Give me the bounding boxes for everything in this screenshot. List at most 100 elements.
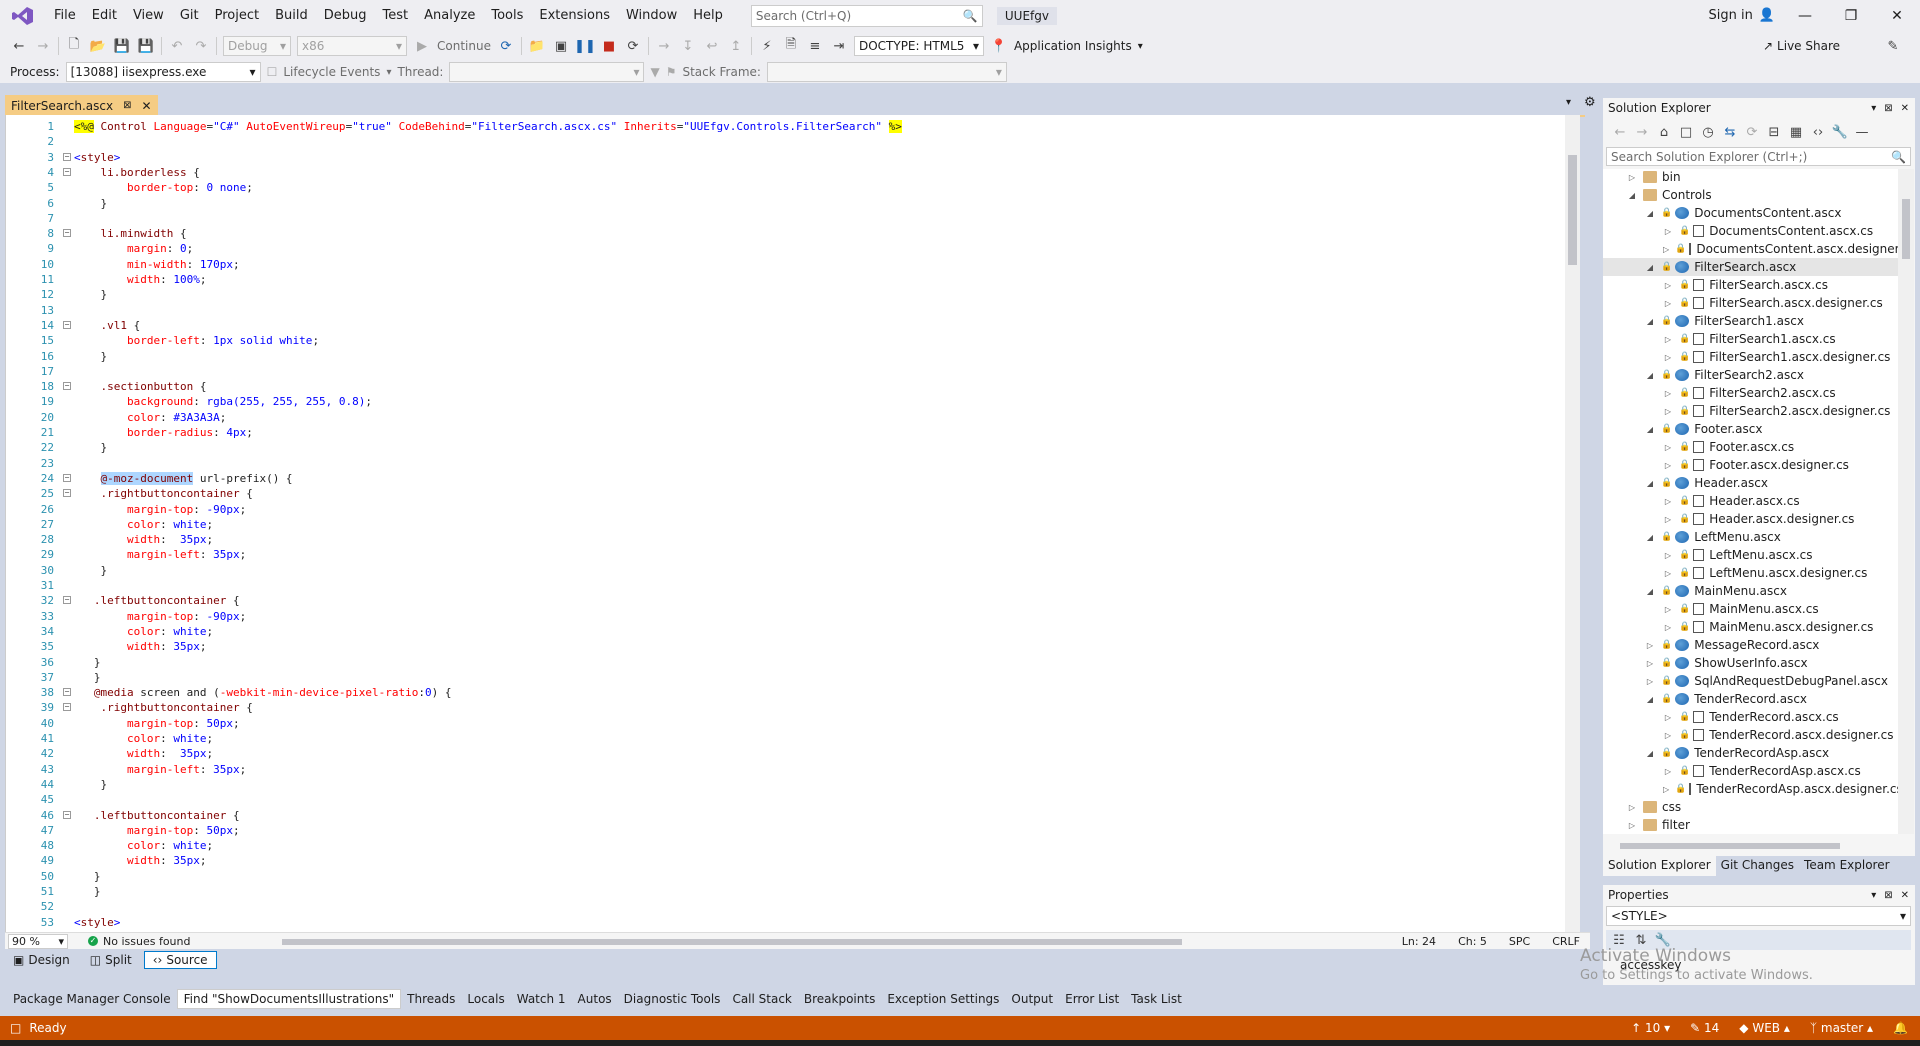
lifecycle-events-button[interactable]: Lifecycle Events — [283, 65, 380, 79]
code-line[interactable]: 24− @-moz-document url-prefix() { — [6, 471, 1566, 486]
expand-icon[interactable]: ▷ — [1663, 443, 1673, 452]
code-line[interactable]: 6 } — [6, 196, 1566, 211]
code-line[interactable]: 36 } — [6, 655, 1566, 670]
code-line[interactable]: 16 } — [6, 349, 1566, 364]
code-line[interactable]: 53 <style> — [6, 915, 1566, 930]
expand-icon[interactable]: ▷ — [1627, 821, 1637, 830]
menu-file[interactable]: File — [46, 0, 84, 31]
document-icon[interactable]: 🗎 — [782, 37, 800, 55]
expand-icon[interactable]: ▷ — [1627, 173, 1637, 182]
history-icon[interactable]: ◷ — [1699, 123, 1717, 141]
refresh-icon[interactable]: ⟳ — [497, 37, 515, 55]
expanded-icon[interactable]: ◢ — [1645, 263, 1655, 272]
collapse-icon[interactable]: − — [63, 703, 71, 712]
expanded-icon[interactable]: ◢ — [1645, 479, 1655, 488]
tree-item[interactable]: ▷ 🔒 FilterSearch.ascx.cs — [1603, 276, 1899, 294]
menu-edit[interactable]: Edit — [84, 0, 125, 31]
repo-indicator[interactable]: ◆ WEB ▴ — [1739, 1021, 1790, 1035]
stop-icon[interactable]: ■ — [600, 37, 618, 55]
menu-analyze[interactable]: Analyze — [416, 0, 483, 31]
scroll-thumb[interactable] — [282, 939, 1182, 945]
tool-tab[interactable]: Task List — [1125, 990, 1188, 1008]
code-line[interactable]: 14− .vl1 { — [6, 318, 1566, 333]
tab-split[interactable]: ◫ Split — [82, 952, 140, 968]
expand-icon[interactable]: ▷ — [1663, 497, 1673, 506]
expanded-icon[interactable]: ◢ — [1645, 749, 1655, 758]
tool-tab[interactable]: Call Stack — [726, 990, 797, 1008]
collapse-icon[interactable]: − — [63, 489, 71, 498]
expanded-icon[interactable]: ◢ — [1645, 209, 1655, 218]
tree-item[interactable]: ▷ 🔒 Header.ascx.cs — [1603, 492, 1899, 510]
back-icon[interactable]: ← — [10, 37, 28, 55]
expanded-icon[interactable]: ◢ — [1645, 371, 1655, 380]
code-line[interactable]: 49 width: 35px; — [6, 853, 1566, 868]
continue-button[interactable]: Continue — [437, 39, 491, 53]
code-line[interactable]: 1 <%@ Control Language="C#" AutoEventWire… — [6, 119, 1566, 134]
stack-frame-combo[interactable]: ▾ — [766, 62, 1007, 82]
expand-icon[interactable]: ▷ — [1663, 731, 1673, 740]
wrench-icon[interactable]: 🔧 — [1831, 123, 1849, 141]
feedback-icon[interactable]: ✎ — [1884, 37, 1902, 55]
tree-item[interactable]: ◢ 🔒 MainMenu.ascx — [1603, 582, 1899, 600]
tab-solution-explorer[interactable]: Solution Explorer — [1603, 856, 1716, 876]
switch-view-icon[interactable]: □ — [1677, 123, 1695, 141]
expanded-icon[interactable]: ◢ — [1645, 425, 1655, 434]
tree-item[interactable]: ▷ 🔒 SqlAndRequestDebugPanel.ascx — [1603, 672, 1899, 690]
code-line[interactable]: 3− <style> — [6, 150, 1566, 165]
close-icon[interactable]: ✕ — [1901, 103, 1909, 114]
tree-item[interactable]: ▷ 🔒 FilterSearch1.ascx.designer.cs — [1603, 348, 1899, 366]
tool-tab[interactable]: Threads — [401, 990, 461, 1008]
tree-item[interactable]: ◢ 🔒 FilterSearch1.ascx — [1603, 312, 1899, 330]
menu-debug[interactable]: Debug — [316, 0, 375, 31]
menu-test[interactable]: Test — [375, 0, 417, 31]
code-line[interactable]: 11 width: 100%; — [6, 272, 1566, 287]
tree-item[interactable]: ▷ bin — [1603, 169, 1899, 186]
tree-item[interactable]: ▷ 🔒 FilterSearch2.ascx.cs — [1603, 384, 1899, 402]
code-line[interactable]: 18− .sectionbutton { — [6, 379, 1566, 394]
tree-item[interactable]: ◢ 🔒 TenderRecordAsp.ascx — [1603, 744, 1899, 762]
code-line[interactable]: 28 width: 35px; — [6, 532, 1566, 547]
expand-icon[interactable]: ▷ — [1663, 623, 1673, 632]
tree-item[interactable]: ◢ 🔒 TenderRecord.ascx — [1603, 690, 1899, 708]
code-line[interactable]: 19 background: rgba(255, 255, 255, 0.8); — [6, 394, 1566, 409]
tree-item[interactable]: ▷ 🔒 Footer.ascx.designer.cs — [1603, 456, 1899, 474]
code-line[interactable]: 50 } — [6, 869, 1566, 884]
expand-icon[interactable]: ▷ — [1663, 605, 1673, 614]
expand-icon[interactable]: ▷ — [1663, 767, 1673, 776]
close-icon[interactable]: ✕ — [1874, 0, 1920, 31]
expand-icon[interactable]: ▷ — [1663, 785, 1669, 794]
screenshot-icon[interactable]: ▣ — [552, 37, 570, 55]
pin-icon[interactable]: ⊠ — [123, 100, 131, 111]
code-line[interactable]: 17 — [6, 364, 1566, 379]
step-up-icon[interactable]: ↥ — [727, 37, 745, 55]
tree-item[interactable]: ◢ Controls — [1603, 186, 1899, 204]
tree-item[interactable]: ▷ 🔒 Footer.ascx.cs — [1603, 438, 1899, 456]
tree-horizontal-scrollbar[interactable] — [1606, 840, 1906, 852]
gear-icon[interactable]: ⚙ — [1584, 95, 1596, 110]
code-line[interactable]: 31 — [6, 578, 1566, 593]
code-line[interactable]: 25− .rightbuttoncontainer { — [6, 486, 1566, 501]
properties-object-combo[interactable]: <STYLE> ▾ — [1606, 906, 1911, 926]
output-icon[interactable]: □ — [10, 1021, 21, 1035]
code-line[interactable]: 34 color: white; — [6, 624, 1566, 639]
collapse-icon[interactable]: − — [63, 810, 71, 819]
expand-icon[interactable]: ▷ — [1645, 641, 1655, 650]
pause-icon[interactable]: ❚❚ — [574, 37, 596, 55]
code-line[interactable]: 15 border-left: 1px solid white; — [6, 333, 1566, 348]
expand-icon[interactable]: ▷ — [1663, 299, 1673, 308]
undo-icon[interactable]: ↶ — [168, 37, 186, 55]
close-icon[interactable]: ✕ — [1901, 890, 1909, 901]
tool-tab[interactable]: Exception Settings — [881, 990, 1005, 1008]
tree-item[interactable]: ▷ 🔒 TenderRecordAsp.ascx.designer.cs — [1603, 780, 1899, 798]
menu-view[interactable]: View — [125, 0, 172, 31]
code-line[interactable]: 43 margin-left: 35px; — [6, 762, 1566, 777]
tree-item[interactable]: ▷ 🔒 MainMenu.ascx.designer.cs — [1603, 618, 1899, 636]
code-line[interactable]: 45 — [6, 792, 1566, 807]
code-line[interactable]: 29 margin-left: 35px; — [6, 547, 1566, 562]
home-icon[interactable]: ⌂ — [1655, 123, 1673, 141]
step-over-icon[interactable]: ↧ — [679, 37, 697, 55]
scroll-thumb[interactable] — [1568, 155, 1577, 265]
play-icon[interactable]: ▶ — [413, 37, 431, 55]
expand-icon[interactable]: ▷ — [1645, 659, 1655, 668]
search-box[interactable]: Search (Ctrl+Q) 🔍 — [750, 4, 983, 27]
